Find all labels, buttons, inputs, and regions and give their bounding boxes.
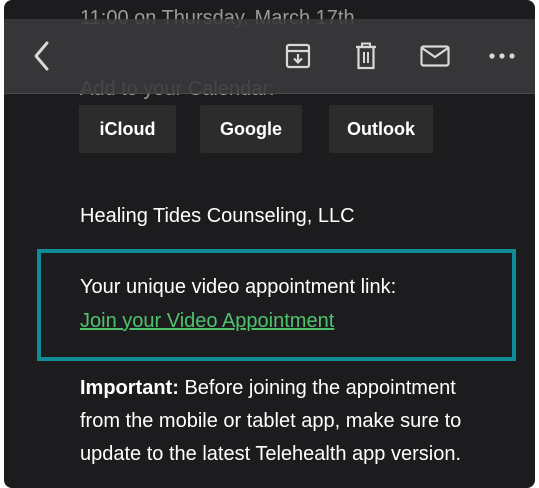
- google-calendar-button[interactable]: Google: [200, 105, 302, 153]
- icloud-calendar-button[interactable]: iCloud: [79, 105, 176, 153]
- delete-button[interactable]: [350, 40, 382, 72]
- highlight-box: [37, 249, 516, 361]
- archive-button[interactable]: [282, 40, 314, 72]
- mail-icon: [420, 45, 450, 67]
- trash-icon: [356, 42, 376, 70]
- screenshot-frame: 11:00 on Thursday, March 17th Add to you…: [0, 0, 539, 488]
- more-icon: [489, 53, 515, 59]
- more-button[interactable]: [482, 40, 522, 72]
- back-chevron-icon: [34, 41, 49, 71]
- email-view: 11:00 on Thursday, March 17th Add to you…: [4, 0, 535, 488]
- company-name: Healing Tides Counseling, LLC: [80, 205, 355, 227]
- archive-icon: [285, 43, 311, 69]
- video-link-label: Your unique video appointment link:: [80, 276, 397, 298]
- important-notice: Important: Before joining the appointmen…: [80, 372, 500, 471]
- mark-unread-button[interactable]: [417, 40, 453, 72]
- outlook-calendar-button[interactable]: Outlook: [329, 105, 433, 153]
- important-label: Important:: [80, 377, 179, 399]
- video-appointment-link[interactable]: Join your Video Appointment: [80, 310, 334, 333]
- mail-toolbar: [4, 19, 535, 94]
- back-button[interactable]: [26, 36, 58, 76]
